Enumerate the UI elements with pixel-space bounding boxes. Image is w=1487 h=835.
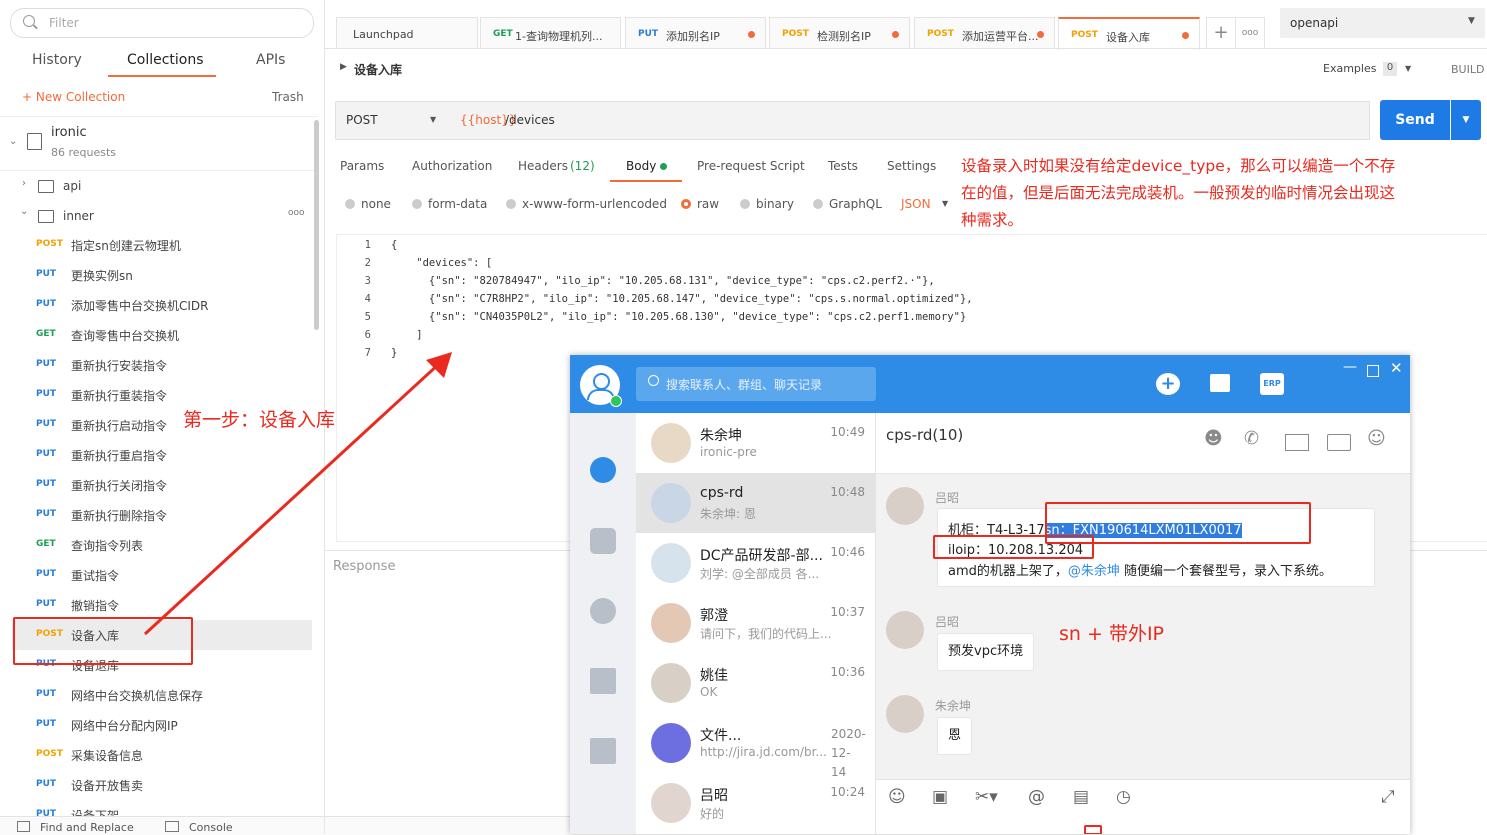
apps-icon[interactable] xyxy=(590,668,616,694)
messages-icon[interactable] xyxy=(590,457,616,483)
erp-icon[interactable]: ERP xyxy=(1260,373,1284,395)
mention-icon[interactable]: @ xyxy=(1028,787,1045,807)
group-icon[interactable]: ☺ xyxy=(1367,428,1386,449)
message-input[interactable] xyxy=(876,779,1410,834)
add-member-icon[interactable]: ☻ xyxy=(1204,428,1223,449)
document-icon[interactable] xyxy=(590,738,616,764)
conversation-item[interactable]: 吕昭好的 10:24 xyxy=(636,773,875,833)
conversation-name: 郭澄 xyxy=(700,608,728,624)
conversation-name: 姚佳 xyxy=(700,668,728,684)
conversation-preview: http://jira.jd.com/br... xyxy=(700,745,827,759)
annotation-sn-ip: sn + 带外IP xyxy=(1059,623,1165,645)
avatar[interactable] xyxy=(886,487,924,525)
emoji-icon[interactable]: ☺ xyxy=(888,787,906,807)
mail-icon[interactable] xyxy=(1285,434,1309,451)
conversation-header: cps-rd(10) ☻ ✆ ☺ xyxy=(876,413,1410,474)
message-bubble[interactable]: 恩 xyxy=(937,717,973,755)
conversation-name: 吕昭 xyxy=(700,788,728,804)
avatar xyxy=(651,423,691,463)
message-bubble[interactable]: 预发vpc环境 xyxy=(937,633,1035,671)
mention-link[interactable]: @朱余坤 xyxy=(1068,564,1120,579)
conversation-item[interactable]: 朱余坤 ironic-pre 10:49 xyxy=(636,413,875,473)
conversation-name: cps-rd xyxy=(700,485,744,501)
conversation-time: 10:37 xyxy=(830,605,865,619)
chat-search-input[interactable]: 搜索联系人、群组、聊天记录 xyxy=(636,367,876,401)
chat-window: 搜索联系人、群组、聊天记录 + ERP — ✕ cps-rd(10) ☻ ✆ ☺… xyxy=(570,355,1410,834)
avatar[interactable] xyxy=(886,611,924,649)
screenshot-icon[interactable]: ✂▾ xyxy=(975,787,998,807)
phone-icon[interactable]: ✆ xyxy=(1244,428,1259,449)
conversation-time: 10:46 xyxy=(830,545,865,559)
chat-header: 搜索联系人、群组、聊天记录 + ERP — ✕ xyxy=(570,355,1410,413)
avatar[interactable] xyxy=(580,365,622,407)
conversation-preview: 刘学: @全部成员 各... xyxy=(700,567,820,581)
avatar[interactable] xyxy=(886,695,924,733)
conversation-time: 10:24 xyxy=(830,785,865,799)
highlight-box xyxy=(1084,825,1102,834)
folder-icon[interactable] xyxy=(1327,434,1351,451)
close-icon[interactable]: ✕ xyxy=(1390,359,1403,377)
avatar xyxy=(651,663,691,703)
search-icon xyxy=(648,375,659,386)
conversation-time: 10:48 xyxy=(830,485,865,499)
conversation-item[interactable]: 姚佳 OK 10:36 xyxy=(636,653,875,713)
conversation-name: 文件... xyxy=(700,728,742,744)
document-icon[interactable]: ▤ xyxy=(1073,787,1089,807)
folder-icon[interactable]: ▣ xyxy=(932,787,948,807)
avatar xyxy=(651,723,691,763)
message-sender: 吕昭 xyxy=(935,615,960,629)
maximize-icon[interactable] xyxy=(1367,365,1379,377)
avatar xyxy=(651,543,691,583)
history-icon[interactable]: ◷ xyxy=(1116,787,1131,807)
conversation-preview: 请问下，我们的代码上... xyxy=(700,627,832,641)
conversation-preview: 朱余坤: 恩 xyxy=(700,507,756,521)
highlight-box xyxy=(933,535,1094,559)
conversation-item[interactable]: 郭澄请问下，我们的代码上... 10:37 xyxy=(636,593,875,653)
expand-icon[interactable]: ⤢ xyxy=(1381,787,1395,807)
conversation-time: 10:49 xyxy=(830,425,865,439)
avatar xyxy=(651,783,691,823)
conversation-name: DC产品研发部-部... xyxy=(700,548,823,564)
message-sender: 朱余坤 xyxy=(935,699,972,713)
conversation-item[interactable]: cps-rd 朱余坤: 恩 10:48 xyxy=(636,473,875,533)
calendar-icon[interactable] xyxy=(1210,374,1230,392)
add-chat-icon[interactable]: + xyxy=(1156,373,1180,395)
contacts-icon[interactable] xyxy=(590,528,616,554)
conversation-title: cps-rd(10) xyxy=(886,426,964,444)
chat-search-placeholder: 搜索联系人、群组、聊天记录 xyxy=(666,378,823,392)
minimize-icon[interactable]: — xyxy=(1343,359,1357,375)
conversation-item[interactable]: DC产品研发部-部... 刘学: @全部成员 各... 10:46 xyxy=(636,533,875,593)
conversation-preview: ironic-pre xyxy=(700,445,757,459)
message-sender: 吕昭 xyxy=(935,491,960,505)
conversation-time: 10:36 xyxy=(830,665,865,679)
conversation-name: 朱余坤 xyxy=(700,428,742,444)
conversation-preview: OK xyxy=(700,685,718,699)
avatar xyxy=(651,483,691,523)
conversation-preview: 好的 xyxy=(700,807,725,821)
phone-icon[interactable] xyxy=(590,598,616,624)
avatar xyxy=(651,603,691,643)
conversation-item[interactable]: 文件... http://jira.jd.com/br... 2020-12-14 xyxy=(636,713,875,779)
